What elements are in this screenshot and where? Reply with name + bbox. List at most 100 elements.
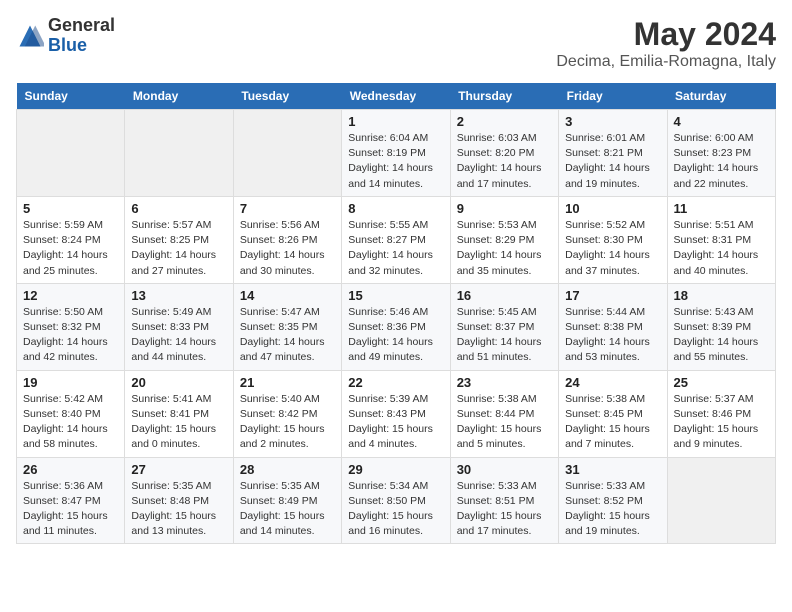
col-header-wednesday: Wednesday bbox=[342, 83, 450, 110]
calendar-cell: 27 Sunrise: 5:35 AM Sunset: 8:48 PM Dayli… bbox=[125, 457, 233, 544]
week-row-1: 5 Sunrise: 5:59 AM Sunset: 8:24 PM Daylig… bbox=[17, 196, 776, 283]
col-header-tuesday: Tuesday bbox=[233, 83, 341, 110]
day-number: 9 bbox=[457, 201, 552, 216]
calendar-cell: 7Sunrise: 5:56 AM Sunset: 8:26 PM Daylig… bbox=[233, 196, 341, 283]
day-number: 19 bbox=[23, 375, 118, 390]
calendar-cell: 21 Sunrise: 5:40 AM Sunset: 8:42 PM Dayli… bbox=[233, 370, 341, 457]
day-info: Sunrise: 5:44 AM Sunset: 8:38 PM Dayligh… bbox=[565, 305, 660, 366]
day-number: 2 bbox=[457, 114, 552, 129]
logo: General Blue bbox=[16, 16, 115, 56]
day-info: Sunrise: 5:53 AM Sunset: 8:29 PM Dayligh… bbox=[457, 218, 552, 279]
day-info: Sunrise: 5:49 AM Sunset: 8:33 PM Dayligh… bbox=[131, 305, 226, 366]
day-number: 15 bbox=[348, 288, 443, 303]
col-header-monday: Monday bbox=[125, 83, 233, 110]
day-number: 13 bbox=[131, 288, 226, 303]
calendar-cell: 10Sunrise: 5:52 AM Sunset: 8:30 PM Dayli… bbox=[559, 196, 667, 283]
calendar-cell: 16 Sunrise: 5:45 AM Sunset: 8:37 PM Dayli… bbox=[450, 283, 558, 370]
calendar-cell: 3 Sunrise: 6:01 AM Sunset: 8:21 PM Daylig… bbox=[559, 110, 667, 197]
calendar-table: SundayMondayTuesdayWednesdayThursdayFrid… bbox=[16, 83, 776, 544]
day-number: 14 bbox=[240, 288, 335, 303]
week-row-2: 12Sunrise: 5:50 AM Sunset: 8:32 PM Dayli… bbox=[17, 283, 776, 370]
day-info: Sunrise: 5:38 AM Sunset: 8:44 PM Dayligh… bbox=[457, 392, 552, 453]
day-info: Sunrise: 5:45 AM Sunset: 8:37 PM Dayligh… bbox=[457, 305, 552, 366]
day-info: Sunrise: 6:04 AM Sunset: 8:19 PM Dayligh… bbox=[348, 131, 443, 192]
day-info: Sunrise: 5:36 AM Sunset: 8:47 PM Dayligh… bbox=[23, 479, 118, 540]
calendar-cell: 29Sunrise: 5:34 AM Sunset: 8:50 PM Dayli… bbox=[342, 457, 450, 544]
day-number: 7 bbox=[240, 201, 335, 216]
day-number: 26 bbox=[23, 462, 118, 477]
day-number: 5 bbox=[23, 201, 118, 216]
day-number: 3 bbox=[565, 114, 660, 129]
calendar-cell: 24 Sunrise: 5:38 AM Sunset: 8:45 PM Dayli… bbox=[559, 370, 667, 457]
calendar-cell: 11Sunrise: 5:51 AM Sunset: 8:31 PM Dayli… bbox=[667, 196, 775, 283]
day-info: Sunrise: 5:33 AM Sunset: 8:51 PM Dayligh… bbox=[457, 479, 552, 540]
day-info: Sunrise: 6:03 AM Sunset: 8:20 PM Dayligh… bbox=[457, 131, 552, 192]
page-header: General Blue May 2024 Decima, Emilia-Rom… bbox=[16, 16, 776, 71]
calendar-cell: 6 Sunrise: 5:57 AM Sunset: 8:25 PM Daylig… bbox=[125, 196, 233, 283]
logo-blue-text: Blue bbox=[48, 36, 115, 56]
day-number: 28 bbox=[240, 462, 335, 477]
calendar-cell bbox=[667, 457, 775, 544]
col-header-friday: Friday bbox=[559, 83, 667, 110]
subtitle: Decima, Emilia-Romagna, Italy bbox=[556, 53, 776, 71]
calendar-header-row: SundayMondayTuesdayWednesdayThursdayFrid… bbox=[17, 83, 776, 110]
calendar-cell: 17Sunrise: 5:44 AM Sunset: 8:38 PM Dayli… bbox=[559, 283, 667, 370]
day-info: Sunrise: 5:38 AM Sunset: 8:45 PM Dayligh… bbox=[565, 392, 660, 453]
logo-text: General Blue bbox=[48, 16, 115, 56]
col-header-sunday: Sunday bbox=[17, 83, 125, 110]
day-info: Sunrise: 5:42 AM Sunset: 8:40 PM Dayligh… bbox=[23, 392, 118, 453]
day-number: 31 bbox=[565, 462, 660, 477]
week-row-3: 19 Sunrise: 5:42 AM Sunset: 8:40 PM Dayli… bbox=[17, 370, 776, 457]
day-info: Sunrise: 5:51 AM Sunset: 8:31 PM Dayligh… bbox=[674, 218, 769, 279]
day-number: 30 bbox=[457, 462, 552, 477]
day-number: 16 bbox=[457, 288, 552, 303]
day-number: 27 bbox=[131, 462, 226, 477]
day-info: Sunrise: 5:40 AM Sunset: 8:42 PM Dayligh… bbox=[240, 392, 335, 453]
day-number: 1 bbox=[348, 114, 443, 129]
title-block: May 2024 Decima, Emilia-Romagna, Italy bbox=[556, 16, 776, 71]
calendar-cell: 20Sunrise: 5:41 AM Sunset: 8:41 PM Dayli… bbox=[125, 370, 233, 457]
day-number: 25 bbox=[674, 375, 769, 390]
calendar-cell: 18 Sunrise: 5:43 AM Sunset: 8:39 PM Dayli… bbox=[667, 283, 775, 370]
day-number: 6 bbox=[131, 201, 226, 216]
day-info: Sunrise: 5:35 AM Sunset: 8:48 PM Dayligh… bbox=[131, 479, 226, 540]
day-number: 24 bbox=[565, 375, 660, 390]
col-header-thursday: Thursday bbox=[450, 83, 558, 110]
calendar-cell: 28Sunrise: 5:35 AM Sunset: 8:49 PM Dayli… bbox=[233, 457, 341, 544]
week-row-4: 26 Sunrise: 5:36 AM Sunset: 8:47 PM Dayli… bbox=[17, 457, 776, 544]
day-info: Sunrise: 5:43 AM Sunset: 8:39 PM Dayligh… bbox=[674, 305, 769, 366]
main-title: May 2024 bbox=[556, 16, 776, 53]
col-header-saturday: Saturday bbox=[667, 83, 775, 110]
calendar-cell: 9 Sunrise: 5:53 AM Sunset: 8:29 PM Daylig… bbox=[450, 196, 558, 283]
calendar-cell bbox=[233, 110, 341, 197]
day-number: 23 bbox=[457, 375, 552, 390]
day-info: Sunrise: 5:55 AM Sunset: 8:27 PM Dayligh… bbox=[348, 218, 443, 279]
calendar-cell: 8 Sunrise: 5:55 AM Sunset: 8:27 PM Daylig… bbox=[342, 196, 450, 283]
day-info: Sunrise: 6:00 AM Sunset: 8:23 PM Dayligh… bbox=[674, 131, 769, 192]
day-info: Sunrise: 5:37 AM Sunset: 8:46 PM Dayligh… bbox=[674, 392, 769, 453]
calendar-cell bbox=[17, 110, 125, 197]
calendar-cell: 26 Sunrise: 5:36 AM Sunset: 8:47 PM Dayli… bbox=[17, 457, 125, 544]
day-info: Sunrise: 5:59 AM Sunset: 8:24 PM Dayligh… bbox=[23, 218, 118, 279]
day-number: 29 bbox=[348, 462, 443, 477]
day-number: 4 bbox=[674, 114, 769, 129]
calendar-cell: 25 Sunrise: 5:37 AM Sunset: 8:46 PM Dayli… bbox=[667, 370, 775, 457]
day-info: Sunrise: 5:33 AM Sunset: 8:52 PM Dayligh… bbox=[565, 479, 660, 540]
logo-general-text: General bbox=[48, 16, 115, 36]
day-number: 21 bbox=[240, 375, 335, 390]
day-number: 22 bbox=[348, 375, 443, 390]
calendar-cell bbox=[125, 110, 233, 197]
day-info: Sunrise: 5:57 AM Sunset: 8:25 PM Dayligh… bbox=[131, 218, 226, 279]
logo-icon bbox=[16, 22, 44, 50]
calendar-cell: 15Sunrise: 5:46 AM Sunset: 8:36 PM Dayli… bbox=[342, 283, 450, 370]
day-info: Sunrise: 6:01 AM Sunset: 8:21 PM Dayligh… bbox=[565, 131, 660, 192]
calendar-cell: 31 Sunrise: 5:33 AM Sunset: 8:52 PM Dayli… bbox=[559, 457, 667, 544]
day-number: 8 bbox=[348, 201, 443, 216]
day-info: Sunrise: 5:41 AM Sunset: 8:41 PM Dayligh… bbox=[131, 392, 226, 453]
day-number: 18 bbox=[674, 288, 769, 303]
calendar-cell: 13 Sunrise: 5:49 AM Sunset: 8:33 PM Dayli… bbox=[125, 283, 233, 370]
calendar-cell: 4 Sunrise: 6:00 AM Sunset: 8:23 PM Daylig… bbox=[667, 110, 775, 197]
calendar-cell: 12Sunrise: 5:50 AM Sunset: 8:32 PM Dayli… bbox=[17, 283, 125, 370]
calendar-cell: 19 Sunrise: 5:42 AM Sunset: 8:40 PM Dayli… bbox=[17, 370, 125, 457]
day-info: Sunrise: 5:47 AM Sunset: 8:35 PM Dayligh… bbox=[240, 305, 335, 366]
